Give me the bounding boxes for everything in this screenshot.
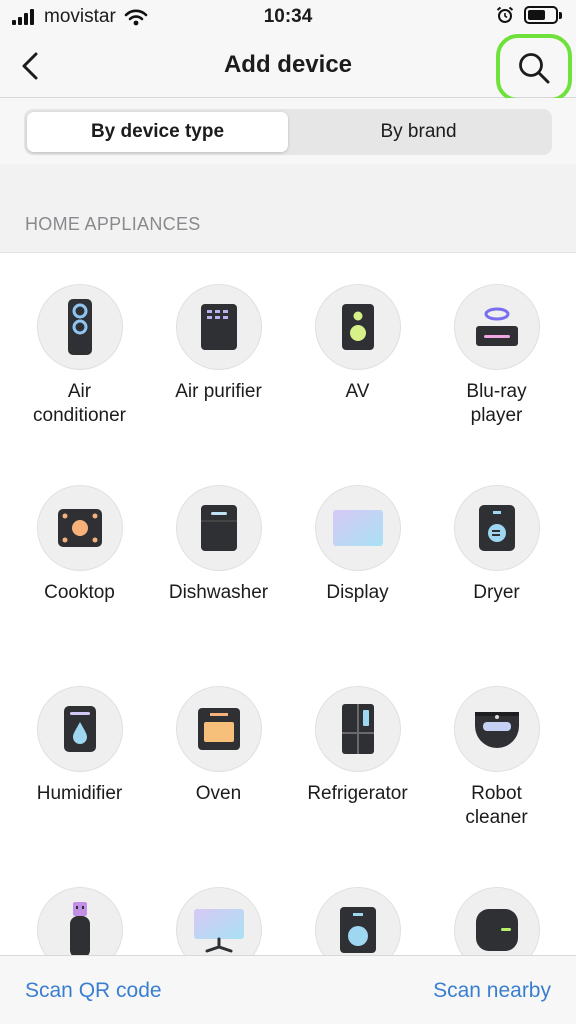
device-label: Cooktop — [44, 582, 115, 603]
device-grid: Air conditioner Air purifier AV Blu-ray … — [10, 253, 566, 955]
device-tile-smart-device[interactable] — [427, 856, 566, 955]
device-tile-humidifier[interactable]: Humidifier — [10, 655, 149, 856]
device-tile-av[interactable]: AV — [288, 253, 427, 454]
section-header: HOME APPLIANCES — [0, 164, 576, 253]
air-purifier-icon — [175, 284, 262, 370]
device-tile-oven[interactable]: Oven — [149, 655, 288, 856]
status-time: 10:34 — [263, 6, 313, 27]
scan-qr-code-button[interactable]: Scan QR code — [25, 979, 162, 1003]
dryer-icon — [453, 485, 540, 571]
navigation-bar: Add device — [0, 34, 576, 102]
status-right — [496, 6, 562, 24]
device-tile-refrigerator[interactable]: Refrigerator — [288, 655, 427, 856]
air-conditioner-icon — [36, 284, 123, 370]
device-tile-dryer[interactable]: Dryer — [427, 454, 566, 655]
device-label: Oven — [195, 783, 242, 804]
device-label: Robot cleaner — [465, 783, 528, 828]
tv-icon — [175, 887, 262, 955]
device-label: AV — [345, 381, 370, 402]
segment-by-brand[interactable]: By brand — [288, 112, 549, 152]
oven-icon — [175, 686, 262, 772]
search-button[interactable] — [496, 34, 572, 102]
bottom-toolbar: Scan QR code Scan nearby — [0, 955, 576, 1024]
battery-level — [528, 10, 545, 20]
device-label: Blu-ray player — [466, 381, 527, 426]
device-label: Dishwasher — [168, 582, 269, 603]
device-tile-bluray-player[interactable]: Blu-ray player — [427, 253, 566, 454]
humidifier-icon — [36, 686, 123, 772]
smart-device-icon — [453, 887, 540, 955]
alarm-icon — [496, 6, 514, 23]
scan-nearby-button[interactable]: Scan nearby — [433, 979, 551, 1003]
cooktop-icon — [36, 485, 123, 571]
segment-by-device-type[interactable]: By device type — [27, 112, 288, 152]
device-tile-robot-cleaner[interactable]: Robot cleaner — [427, 655, 566, 856]
device-tile-tv[interactable] — [149, 856, 288, 955]
bluray-player-icon — [453, 284, 540, 370]
status-bar: movistar 10:34 — [0, 0, 576, 34]
search-icon — [519, 53, 550, 84]
segment-area: By device type By brand — [0, 98, 576, 164]
refrigerator-icon — [314, 686, 401, 772]
device-tile-dishwasher[interactable]: Dishwasher — [149, 454, 288, 655]
device-label: Dryer — [473, 582, 520, 603]
device-tile-usb-dongle[interactable] — [10, 856, 149, 955]
device-tile-air-purifier[interactable]: Air purifier — [149, 253, 288, 454]
device-label: Air conditioner — [33, 381, 126, 426]
device-label: Air purifier — [175, 381, 262, 402]
device-label: Humidifier — [36, 783, 123, 804]
device-tile-cooktop[interactable]: Cooktop — [10, 454, 149, 655]
section-title: HOME APPLIANCES — [25, 214, 201, 234]
robot-cleaner-icon — [453, 686, 540, 772]
back-button[interactable] — [8, 44, 52, 88]
device-tile-display[interactable]: Display — [288, 454, 427, 655]
chevron-left-icon — [22, 52, 38, 80]
battery-icon — [524, 6, 562, 24]
segmented-control: By device type By brand — [24, 109, 552, 155]
av-icon — [314, 284, 401, 370]
device-label: Refrigerator — [307, 783, 408, 804]
device-label: Display — [326, 582, 389, 603]
usb-dongle-icon — [36, 887, 123, 955]
display-icon — [314, 485, 401, 571]
device-tile-washer[interactable] — [288, 856, 427, 955]
washer-icon — [314, 887, 401, 955]
page-title: Add device — [223, 51, 353, 78]
dishwasher-icon — [175, 485, 262, 571]
device-tile-air-conditioner[interactable]: Air conditioner — [10, 253, 149, 454]
